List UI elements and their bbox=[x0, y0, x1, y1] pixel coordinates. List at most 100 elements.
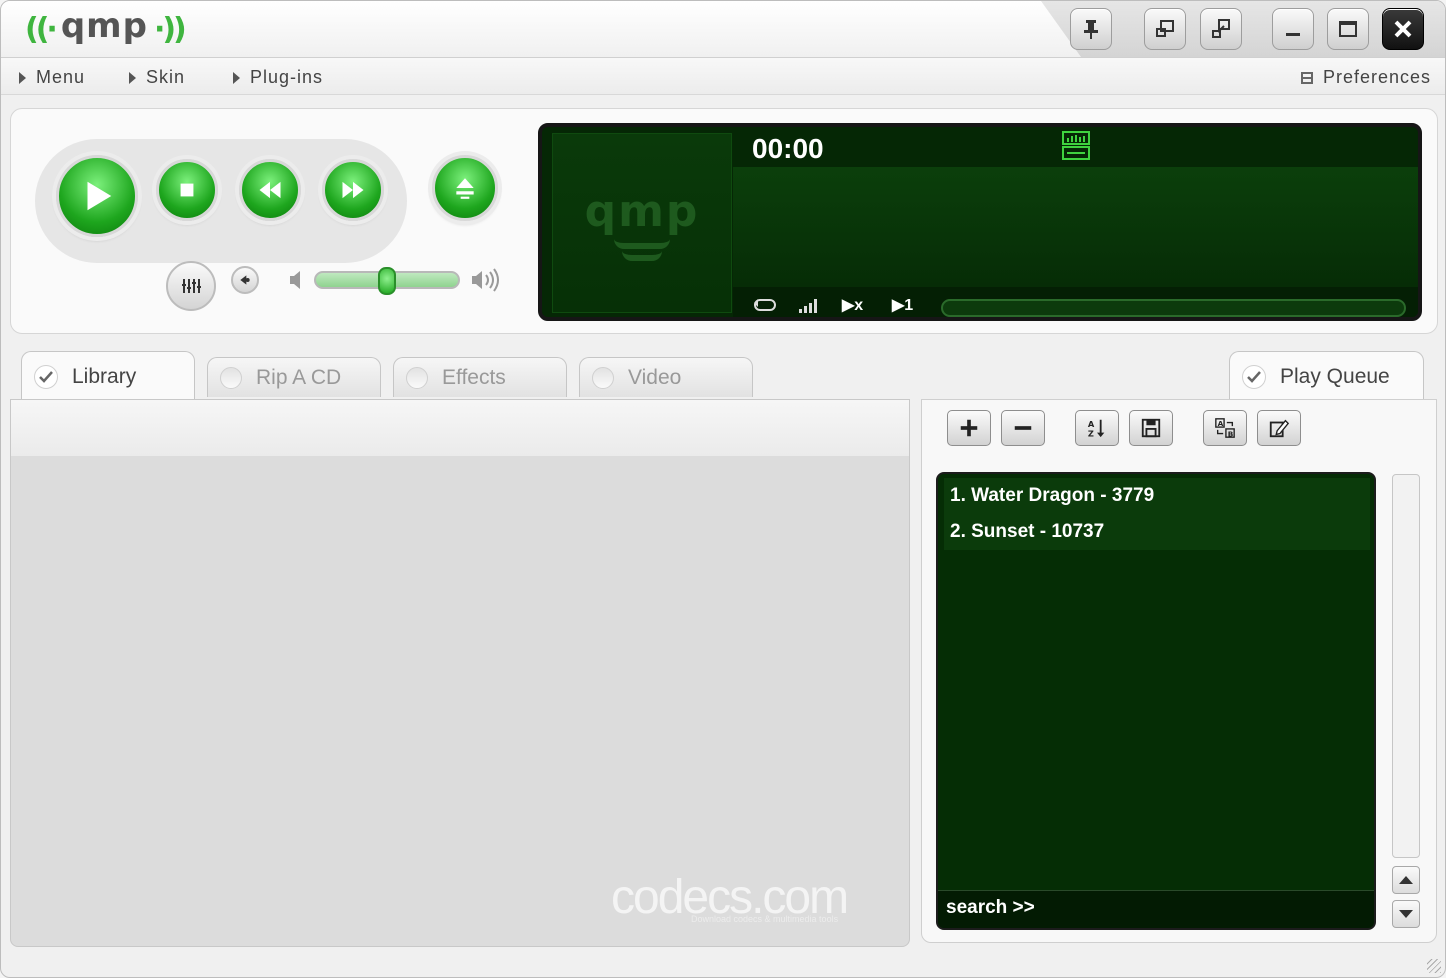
stop-icon bbox=[180, 183, 194, 197]
play-icon bbox=[87, 181, 112, 211]
tab-label: Rip A CD bbox=[256, 365, 342, 389]
signal-bars-icon[interactable] bbox=[797, 295, 823, 315]
menu-bar: Menu Skin Plug-ins Preferences bbox=[1, 57, 1445, 95]
close-button[interactable] bbox=[1382, 8, 1424, 50]
triangle-right-icon bbox=[233, 71, 240, 84]
menu-item-preferences[interactable]: Preferences bbox=[1301, 67, 1431, 88]
queue-item[interactable]: 1. Water Dragon - 3779 bbox=[944, 478, 1370, 514]
arrow-down-icon bbox=[1399, 910, 1413, 918]
fast-forward-icon bbox=[342, 181, 364, 199]
scroll-up-button[interactable] bbox=[1392, 866, 1420, 894]
pin-icon bbox=[1084, 20, 1098, 39]
remove-from-queue-button[interactable] bbox=[1001, 410, 1045, 446]
minimize-icon bbox=[1286, 33, 1300, 36]
album-art-arc bbox=[614, 239, 670, 249]
library-header bbox=[11, 400, 909, 456]
check-icon bbox=[1242, 364, 1266, 389]
balance-icon bbox=[240, 275, 250, 285]
play-queue-panel: AZ AB 1. Water Dragon - 3779 2. Sunset -… bbox=[921, 399, 1437, 943]
minimize-button[interactable] bbox=[1272, 8, 1314, 50]
radio-icon bbox=[592, 366, 614, 389]
tab-video[interactable]: Video bbox=[579, 357, 753, 397]
tab-label: Library bbox=[72, 364, 137, 388]
equalizer-button[interactable] bbox=[166, 261, 216, 311]
swap-ab-icon: AB bbox=[1215, 418, 1235, 438]
logo-waves-left: ((· bbox=[25, 11, 58, 47]
queue-scrollbar-track[interactable] bbox=[1392, 474, 1420, 858]
repeat-icon[interactable] bbox=[752, 295, 778, 315]
tab-label: Effects bbox=[442, 365, 506, 389]
volume-slider-thumb[interactable] bbox=[378, 267, 396, 295]
qmp-window: ((· qmp ·)) Menu Skin Plug-ins Preferenc… bbox=[0, 0, 1446, 978]
eject-icon bbox=[456, 178, 474, 199]
preferences-icon bbox=[1301, 71, 1313, 84]
edit-queue-button[interactable] bbox=[1257, 410, 1301, 446]
next-button[interactable] bbox=[322, 159, 384, 221]
menu-item-label: Menu bbox=[36, 67, 86, 87]
visualizer-toggle-icon[interactable] bbox=[1062, 131, 1090, 161]
swap-queue-button[interactable]: AB bbox=[1203, 410, 1247, 446]
edit-icon bbox=[1269, 419, 1290, 438]
visualization-area bbox=[733, 167, 1418, 287]
radio-icon bbox=[220, 366, 242, 389]
shuffle-toggle[interactable]: ▶x bbox=[842, 295, 863, 315]
tab-rip-a-cd[interactable]: Rip A CD bbox=[207, 357, 381, 397]
tab-effects[interactable]: Effects bbox=[393, 357, 567, 397]
maximize-button[interactable] bbox=[1327, 8, 1369, 50]
now-playing-display: qmp 00:00 ▶x ▶1 bbox=[538, 123, 1422, 321]
tab-label: Video bbox=[628, 365, 682, 389]
seek-progress-bar[interactable] bbox=[941, 299, 1406, 317]
pin-button[interactable] bbox=[1070, 8, 1112, 50]
tab-play-queue[interactable]: Play Queue bbox=[1229, 351, 1424, 401]
save-queue-button[interactable] bbox=[1129, 410, 1173, 446]
queue-search-button[interactable]: search >> bbox=[938, 890, 1374, 928]
queue-items: 1. Water Dragon - 3779 2. Sunset - 10737 bbox=[944, 478, 1370, 550]
menu-item-menu[interactable]: Menu bbox=[19, 67, 85, 88]
sort-queue-button[interactable]: AZ bbox=[1075, 410, 1119, 446]
equalizer-icon bbox=[182, 279, 201, 293]
stop-button[interactable] bbox=[156, 159, 218, 221]
queue-item[interactable]: 2. Sunset - 10737 bbox=[944, 514, 1370, 550]
logo-waves-right: ·)) bbox=[153, 11, 187, 47]
plus-icon bbox=[960, 419, 978, 437]
arrow-up-icon bbox=[1399, 876, 1413, 884]
tab-library[interactable]: Library bbox=[21, 351, 195, 401]
mini-mode-button[interactable] bbox=[1200, 8, 1242, 50]
minus-icon bbox=[1014, 426, 1032, 430]
play-button[interactable] bbox=[56, 155, 138, 237]
title-bar: ((· qmp ·)) bbox=[1, 1, 1445, 57]
queue-list: 1. Water Dragon - 3779 2. Sunset - 10737… bbox=[936, 472, 1376, 930]
compact-mode-button[interactable] bbox=[1144, 8, 1186, 50]
time-display: 00:00 bbox=[752, 133, 824, 164]
volume-low-icon bbox=[290, 271, 300, 289]
menu-item-label: Preferences bbox=[1323, 67, 1432, 87]
balance-button[interactable] bbox=[231, 266, 259, 294]
library-panel: codecs.com Download codecs & multimedia … bbox=[10, 399, 910, 947]
menu-item-plugins[interactable]: Plug-ins bbox=[233, 67, 323, 88]
album-art-arc bbox=[622, 251, 662, 261]
album-art: qmp bbox=[552, 133, 732, 313]
maximize-icon bbox=[1339, 21, 1357, 37]
svg-text:A: A bbox=[1218, 419, 1224, 428]
resize-grip[interactable] bbox=[1427, 959, 1441, 973]
add-to-queue-button[interactable] bbox=[947, 410, 991, 446]
app-logo: ((· qmp ·)) bbox=[25, 6, 187, 49]
app-name: qmp bbox=[60, 6, 148, 46]
repeat-one-toggle[interactable]: ▶1 bbox=[892, 295, 913, 315]
triangle-right-icon bbox=[129, 71, 136, 84]
eject-button[interactable] bbox=[432, 155, 498, 221]
mini-mode-icon bbox=[1212, 19, 1230, 38]
album-art-logo-text: qmp bbox=[584, 185, 700, 237]
scroll-down-button[interactable] bbox=[1392, 900, 1420, 928]
save-disk-icon bbox=[1141, 418, 1161, 438]
tab-label: Play Queue bbox=[1280, 364, 1390, 388]
sort-az-icon: AZ bbox=[1088, 419, 1105, 438]
volume-high-icon bbox=[472, 268, 499, 292]
previous-button[interactable] bbox=[239, 159, 301, 221]
close-icon bbox=[1394, 20, 1412, 38]
menu-item-skin[interactable]: Skin bbox=[129, 67, 185, 88]
compact-mode-icon bbox=[1156, 20, 1174, 37]
menu-item-label: Skin bbox=[146, 67, 186, 87]
player-panel: qmp 00:00 ▶x ▶1 bbox=[10, 108, 1438, 334]
triangle-right-icon bbox=[19, 71, 26, 84]
